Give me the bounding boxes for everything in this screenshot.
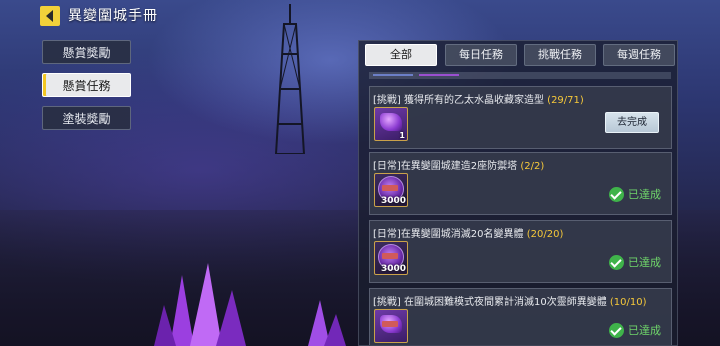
- completed-status: 已達成: [609, 186, 661, 202]
- completed-status: 已達成: [609, 322, 661, 338]
- mission-card: [日常]在異變圍城消滅20名變異體 (20/20) 3000 已達成: [369, 220, 672, 283]
- go-complete-button[interactable]: 去完成: [605, 112, 659, 133]
- menu-skin-rewards[interactable]: 塗裝獎勵: [42, 106, 131, 130]
- check-icon: [609, 254, 624, 270]
- mission-text: [挑戰] 在圍城困難模式夜間累計消滅10次靈師異變體 (10/10): [373, 297, 647, 308]
- radio-tower-icon: [274, 4, 306, 154]
- page-title: 異變圍城手冊: [68, 8, 158, 24]
- check-icon: [609, 322, 624, 338]
- crystal-cluster-icon: [154, 263, 246, 346]
- completed-status: 已達成: [609, 254, 661, 270]
- mission-card: [挑戰] 獲得所有的乙太水晶收藏家造型 (29/71) 1 去完成: [369, 86, 672, 149]
- mission-text: [挑戰] 獲得所有的乙太水晶收藏家造型 (29/71): [373, 95, 584, 106]
- mission-text: [日常]在異變圍城建造2座防禦塔 (2/2): [373, 161, 545, 172]
- tab-challenge[interactable]: 挑戰任務: [524, 44, 596, 66]
- reward-item[interactable]: 3000: [374, 173, 408, 207]
- mission-text: [日常]在異變圍城消滅20名變異體 (20/20): [373, 229, 564, 240]
- tab-all[interactable]: 全部: [365, 44, 437, 66]
- menu-bounty-rewards[interactable]: 懸賞獎勵: [42, 40, 131, 64]
- tab-daily[interactable]: 每日任務: [445, 44, 517, 66]
- back-button[interactable]: [40, 6, 60, 26]
- mission-panel: 全部 每日任務 挑戰任務 每週任務 [挑戰] 獲得所有的乙太水晶收藏家造型 (2…: [358, 40, 678, 346]
- menu-bounty-missions[interactable]: 懸賞任務: [42, 73, 131, 97]
- scrolled-card-edge: [369, 72, 671, 79]
- crystal-small-icon: [308, 300, 346, 346]
- bounty-tag-icon: [382, 253, 398, 259]
- bounty-tag-icon: [382, 185, 398, 191]
- mission-card: [日常]在異變圍城建造2座防禦塔 (2/2) 3000 已達成: [369, 152, 672, 215]
- mission-card: [挑戰] 在圍城困難模式夜間累計消滅10次靈師異變體 (10/10) 已達成: [369, 288, 672, 345]
- tab-weekly[interactable]: 每週任務: [603, 44, 675, 66]
- reward-item[interactable]: 1: [374, 107, 408, 141]
- crystal-icon: [380, 113, 402, 131]
- bounty-tag-icon: [382, 321, 398, 327]
- reward-item[interactable]: 3000: [374, 241, 408, 275]
- reward-item[interactable]: [374, 309, 408, 343]
- check-icon: [609, 186, 624, 202]
